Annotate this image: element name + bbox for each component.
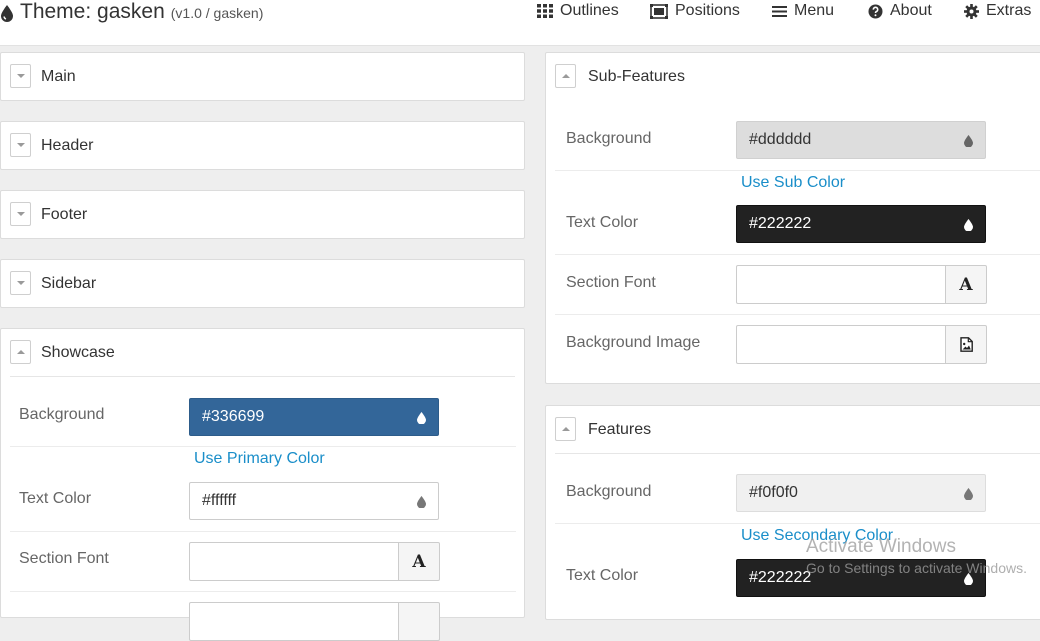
expand-toggle-header[interactable] [10, 133, 31, 157]
color-drop-icon[interactable] [417, 412, 426, 424]
nav-menu[interactable]: Menu [772, 0, 834, 22]
divider [555, 170, 1040, 171]
showcase-text-color-field[interactable]: #ffffff [189, 482, 439, 520]
next-addon-button[interactable] [399, 602, 440, 641]
activate-windows-hint: Go to Settings to activate Windows. [806, 560, 1027, 576]
caret-down-icon [16, 212, 25, 216]
panel-sub-features: Sub-Features Background #dddddd Use Sub … [545, 52, 1040, 384]
nav-positions[interactable]: Positions [650, 0, 740, 22]
features-text-color-label: Text Color [566, 567, 639, 584]
collapse-toggle-features[interactable] [555, 417, 576, 441]
caret-down-icon [16, 143, 25, 147]
subfeatures-text-color-value: #222222 [749, 215, 812, 232]
divider [10, 531, 516, 532]
showcase-next-input[interactable] [189, 602, 399, 641]
subfeatures-background-image-label: Background Image [566, 334, 701, 351]
nav-outlines[interactable]: Outlines [537, 0, 619, 22]
theme-title: Theme: gasken (v1.0 / gasken) [0, 0, 263, 26]
nav-about-label: About [890, 2, 932, 19]
font-icon: A [959, 274, 973, 295]
panel-title-sub-features: Sub-Features [588, 68, 685, 85]
caret-up-icon [16, 350, 25, 354]
panel-showcase: Showcase Background #336699 Use Primary … [0, 328, 525, 641]
divider [555, 254, 1040, 255]
image-picker-button[interactable] [946, 325, 987, 364]
top-bar: Theme: gasken (v1.0 / gasken) Outlines P… [0, 0, 1040, 46]
color-drop-icon[interactable] [964, 488, 973, 500]
collapse-toggle-showcase[interactable] [10, 340, 31, 364]
font-picker-button[interactable]: A [946, 265, 987, 304]
subfeatures-background-image-input[interactable] [736, 325, 946, 364]
panel-features: Features Background #f0f0f0 Use Secondar… [545, 405, 1040, 620]
panel-sidebar: Sidebar [0, 259, 525, 308]
divider [10, 376, 515, 377]
features-background-field[interactable]: #f0f0f0 [736, 474, 986, 512]
color-drop-icon[interactable] [964, 219, 973, 231]
features-background-value: #f0f0f0 [749, 484, 798, 501]
showcase-text-color-label: Text Color [19, 490, 92, 507]
showcase-background-value: #336699 [202, 408, 265, 425]
features-background-label: Background [566, 483, 652, 500]
color-drop-icon[interactable] [417, 496, 426, 508]
font-icon: A [412, 551, 426, 572]
color-drop-icon[interactable] [964, 135, 973, 147]
expand-toggle-main[interactable] [10, 64, 31, 88]
panel-header: Header [0, 121, 525, 170]
activate-windows-watermark: Activate Windows [806, 536, 956, 557]
panel-main: Main [0, 52, 525, 101]
divider [555, 453, 1040, 454]
nav-positions-label: Positions [675, 2, 740, 19]
caret-up-icon [561, 427, 570, 431]
use-sub-color-link[interactable]: Use Sub Color [741, 174, 845, 192]
nav-outlines-label: Outlines [560, 2, 619, 19]
panel-title-main: Main [41, 68, 76, 85]
divider [10, 591, 516, 592]
showcase-section-font-input[interactable] [189, 542, 399, 581]
theme-drop-icon [1, 5, 13, 22]
subfeatures-background-field[interactable]: #dddddd [736, 121, 986, 159]
theme-version: (v1.0 / gasken) [170, 5, 264, 21]
subfeatures-background-label: Background [566, 130, 652, 147]
caret-down-icon [16, 74, 25, 78]
subfeatures-background-value: #dddddd [749, 131, 812, 148]
theme-name: Theme: gasken [20, 0, 165, 23]
nav-menu-label: Menu [794, 2, 835, 19]
menu-icon [772, 5, 787, 17]
panel-title-showcase: Showcase [41, 344, 115, 361]
subfeatures-section-font-input[interactable] [736, 265, 946, 304]
use-primary-color-link[interactable]: Use Primary Color [194, 450, 325, 468]
panel-title-features: Features [588, 421, 652, 438]
caret-down-icon [16, 281, 25, 285]
grid-icon [537, 4, 553, 18]
subfeatures-text-color-field[interactable]: #222222 [736, 205, 986, 243]
features-text-color-value: #222222 [749, 569, 812, 586]
positions-icon [650, 3, 668, 19]
panel-title-footer: Footer [41, 206, 88, 223]
font-picker-button[interactable]: A [399, 542, 440, 581]
showcase-text-color-value: #ffffff [202, 492, 237, 509]
question-circle-icon [868, 4, 883, 18]
expand-toggle-footer[interactable] [10, 202, 31, 226]
nav-extras-label: Extras [986, 2, 1032, 19]
nav-about[interactable]: About [868, 0, 932, 22]
panel-title-sidebar: Sidebar [41, 275, 97, 292]
image-file-icon [959, 337, 973, 352]
subfeatures-section-font-label: Section Font [566, 274, 656, 291]
gear-icon [964, 3, 979, 19]
expand-toggle-sidebar[interactable] [10, 271, 31, 295]
showcase-section-font-label: Section Font [19, 550, 109, 567]
collapse-toggle-sub-features[interactable] [555, 64, 576, 88]
panel-title-header: Header [41, 137, 94, 154]
divider [10, 446, 516, 447]
nav-extras[interactable]: Extras [964, 0, 1031, 22]
caret-up-icon [561, 74, 570, 78]
panel-footer: Footer [0, 190, 525, 239]
divider [555, 523, 1040, 524]
subfeatures-text-color-label: Text Color [566, 214, 639, 231]
showcase-background-field[interactable]: #336699 [189, 398, 439, 436]
divider [555, 314, 1040, 315]
showcase-background-label: Background [19, 406, 105, 423]
